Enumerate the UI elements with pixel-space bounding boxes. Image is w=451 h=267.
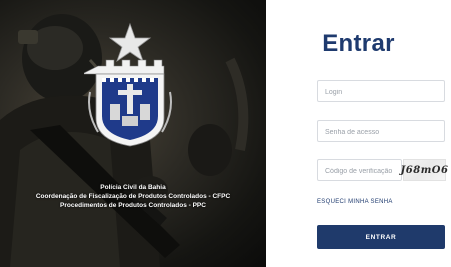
captcha-input[interactable] <box>318 161 401 182</box>
password-field[interactable] <box>317 120 445 143</box>
background-photo-panel: Polícia Civil da Bahia Coordenação de Fi… <box>0 0 266 267</box>
star-icon <box>108 22 152 63</box>
caption-line-2: Coordenação de Fiscalização de Produtos … <box>35 193 231 200</box>
police-emblem-icon <box>84 22 172 147</box>
forgot-password-link[interactable]: ESQUECI MINHA SENHA <box>317 199 393 205</box>
login-panel: Entrar J68mO6 ESQUECI MINHA SENHA ENTRAR <box>266 0 451 267</box>
caption-line-1: Polícia Civil da Bahia <box>100 184 166 191</box>
caption-line-3: Procedimentos de Produtos Controlados - … <box>60 202 206 209</box>
login-field[interactable] <box>317 80 445 103</box>
page-title: Entrar <box>322 30 395 57</box>
login-input[interactable] <box>318 82 444 103</box>
password-input[interactable] <box>318 122 444 143</box>
submit-button[interactable]: ENTRAR <box>317 225 445 249</box>
captcha-field[interactable] <box>317 159 402 182</box>
institution-caption: Polícia Civil da Bahia Coordenação de Fi… <box>0 183 266 210</box>
captcha-image: J68mO6 <box>401 159 448 181</box>
